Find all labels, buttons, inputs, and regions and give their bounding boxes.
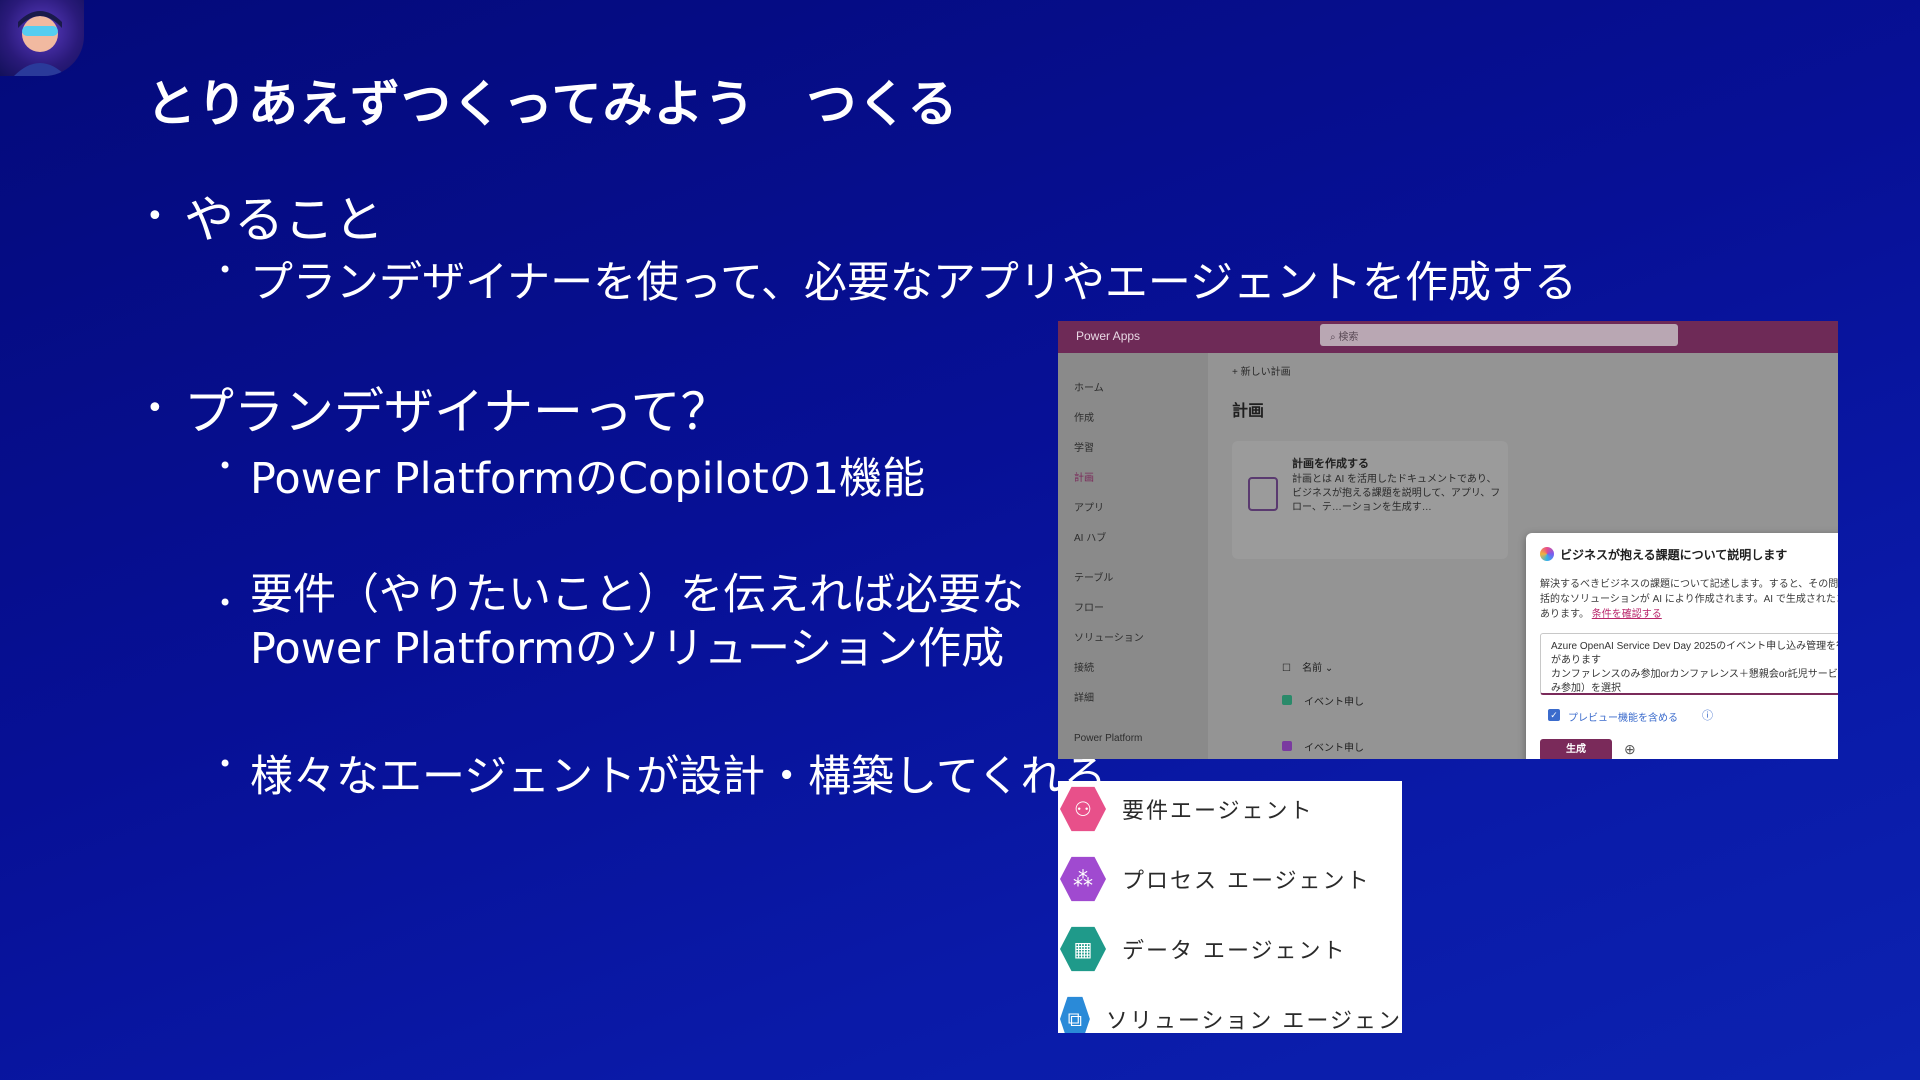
presenter-avatar xyxy=(0,0,84,76)
nav-item-learn[interactable]: 学習 xyxy=(1074,439,1094,454)
main-area: + 新しい計画 計画 計画を作成する 計画とは AI を活用したドキュメントであ… xyxy=(1208,353,1838,759)
add-icon[interactable]: ⊕ xyxy=(1624,741,1636,758)
people-icon: ⚇ xyxy=(1060,786,1106,832)
nav-item-home[interactable]: ホーム xyxy=(1074,379,1104,394)
page-heading: 計画 xyxy=(1232,403,1265,420)
table-icon: ▦ xyxy=(1060,926,1106,972)
agent-item-requirements: ⚇ 要件エージェント xyxy=(1058,781,1402,839)
app-brand: Power Apps xyxy=(1076,329,1141,343)
copilot-icon xyxy=(1540,547,1554,561)
nav-item-plans[interactable]: 計画 xyxy=(1074,469,1094,484)
generate-button[interactable]: 生成 xyxy=(1540,739,1612,759)
bullet-text: プランデザイナーを使って、必要なアプリやエージェントを作成する xyxy=(250,258,1577,308)
row-name: イベント申し xyxy=(1304,697,1364,708)
name-header-label: 名前 xyxy=(1302,663,1323,674)
powerapps-screenshot: Power Apps ⌕ 検索 ホーム 作成 学習 計画 アプリ AI ハブ テ… xyxy=(1058,321,1838,759)
nav-item-ai-hub[interactable]: AI ハブ xyxy=(1074,529,1106,544)
plan-icon xyxy=(1282,741,1292,751)
agent-list: ⚇ 要件エージェント ⁂ プロセス エージェント ▦ データ エージェント ⧉ … xyxy=(1058,781,1402,1033)
nav-item-more[interactable]: 詳細 xyxy=(1074,689,1094,704)
description-text: 解決するべきビジネスの課題について記述します。すると、その問題に対処するための計… xyxy=(1540,579,1838,620)
document-add-icon xyxy=(1248,477,1278,511)
agent-item-process: ⁂ プロセス エージェント xyxy=(1058,849,1402,909)
bullet-plan-designer: • プランデザイナーって？ xyxy=(146,372,731,444)
nav-item-flows[interactable]: フロー xyxy=(1074,599,1104,614)
agent-item-solution: ⧉ ソリューション エージェン xyxy=(1058,989,1402,1033)
agent-label: プロセス エージェント xyxy=(1122,869,1371,894)
sub-bullet: • 要件（やりたいこと）を伝えれば必要な Power Platformのソリュー… xyxy=(218,568,1024,676)
solution-icon: ⧉ xyxy=(1060,996,1090,1033)
bullet-text: 様々なエージェントが設計・構築してくれる xyxy=(250,752,1107,802)
top-bar: Power Apps ⌕ 検索 xyxy=(1058,321,1838,353)
nav-item-tables[interactable]: テーブル xyxy=(1074,569,1113,584)
search-input[interactable]: ⌕ 検索 xyxy=(1320,324,1678,346)
bullet-text: プランデザイナーって？ xyxy=(184,383,731,441)
bullet-text: やること xyxy=(184,191,384,249)
row-name: イベント申し xyxy=(1304,743,1364,754)
nav-item-apps[interactable]: アプリ xyxy=(1074,499,1104,514)
sub-bullet: • 様々なエージェントが設計・構築してくれる xyxy=(218,742,1107,804)
bullet-yarukoto: • やること xyxy=(146,180,384,252)
terms-link[interactable]: 条件を確認する xyxy=(1592,609,1662,620)
bullet-dot: • xyxy=(218,589,233,617)
create-plan-card[interactable]: 計画を作成する 計画とは AI を活用したドキュメントであり、ビジネスが抱える課… xyxy=(1232,441,1508,559)
nav-item-connections[interactable]: 接続 xyxy=(1074,659,1094,674)
agent-label: 要件エージェント xyxy=(1122,799,1314,824)
bullet-text: Power PlatformのCopilotの1機能 xyxy=(250,454,926,504)
info-icon[interactable]: ⓘ xyxy=(1702,707,1713,723)
bullet-dot: • xyxy=(218,750,233,778)
bullet-text-line2: Power Platformのソリューション作成 xyxy=(250,624,1005,674)
agent-item-data: ▦ データ エージェント xyxy=(1058,919,1402,979)
sub-bullet: • Power PlatformのCopilotの1機能 xyxy=(218,444,925,506)
nav-item-power-platform[interactable]: Power Platform xyxy=(1074,733,1142,744)
bullet-dot: • xyxy=(146,390,164,426)
new-plan-button[interactable]: + 新しい計画 xyxy=(1232,363,1291,378)
bullet-dot: • xyxy=(218,452,233,480)
card-text: 計画とは AI を活用したドキュメントであり、ビジネスが抱える課題を説明して、ア… xyxy=(1292,474,1501,513)
agent-label: ソリューション エージェン xyxy=(1105,1009,1402,1033)
slide-title: とりあえずつくってみよう つくる xyxy=(146,75,959,133)
flow-icon: ⁂ xyxy=(1060,856,1106,902)
dialog-title: ビジネスが抱える課題について説明します xyxy=(1560,548,1788,562)
left-nav: ホーム 作成 学習 計画 アプリ AI ハブ テーブル フロー ソリューション … xyxy=(1058,353,1208,759)
bullet-dot: • xyxy=(218,256,233,284)
sub-bullet: • プランデザイナーを使って、必要なアプリやエージェントを作成する xyxy=(218,248,1577,310)
problem-description-input[interactable]: Azure OpenAI Service Dev Day 2025のイベント申し… xyxy=(1540,633,1838,695)
bullet-dot: • xyxy=(146,198,164,234)
name-column-header[interactable]: ☐ 名前 ⌄ xyxy=(1282,659,1333,674)
search-placeholder: 検索 xyxy=(1338,332,1359,343)
table-row[interactable]: イベント申し xyxy=(1282,739,1364,754)
bullet-text-line1: 要件（やりたいこと）を伝えれば必要な xyxy=(250,570,1024,620)
preview-checkbox[interactable]: ✓ xyxy=(1548,709,1560,721)
dialog-description: 解決するべきビジネスの課題について記述します。すると、その問題に対処するための計… xyxy=(1540,577,1838,622)
table-row[interactable]: イベント申し xyxy=(1282,693,1364,708)
plan-icon xyxy=(1282,695,1292,705)
nav-item-solutions[interactable]: ソリューション xyxy=(1074,629,1144,644)
agent-label: データ エージェント xyxy=(1122,939,1347,964)
describe-problem-dialog: ビジネスが抱える課題について説明します × 解決するべきビジネスの課題について記… xyxy=(1526,533,1838,759)
nav-item-create[interactable]: 作成 xyxy=(1074,409,1094,424)
preview-checkbox-label[interactable]: プレビュー機能を含める xyxy=(1568,709,1678,724)
card-title: 計画を作成する xyxy=(1292,458,1369,470)
